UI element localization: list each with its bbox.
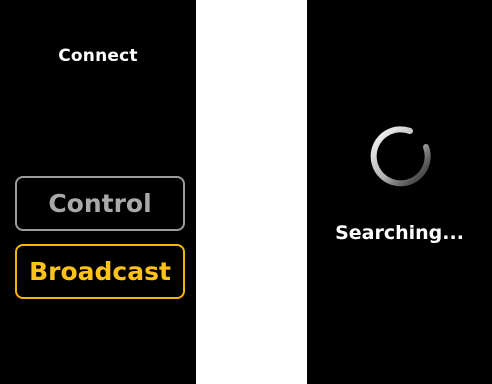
loading-spinner-icon	[370, 126, 431, 187]
searching-status-text: Searching...	[335, 222, 464, 244]
searching-screen: Searching...	[307, 0, 492, 384]
connect-title: Connect	[58, 46, 138, 66]
connect-screen: Connect Control Broadcast	[0, 0, 196, 384]
control-button[interactable]: Control	[15, 176, 185, 231]
broadcast-button-label: Broadcast	[29, 257, 171, 286]
control-button-label: Control	[48, 189, 152, 218]
broadcast-button[interactable]: Broadcast	[15, 244, 185, 299]
